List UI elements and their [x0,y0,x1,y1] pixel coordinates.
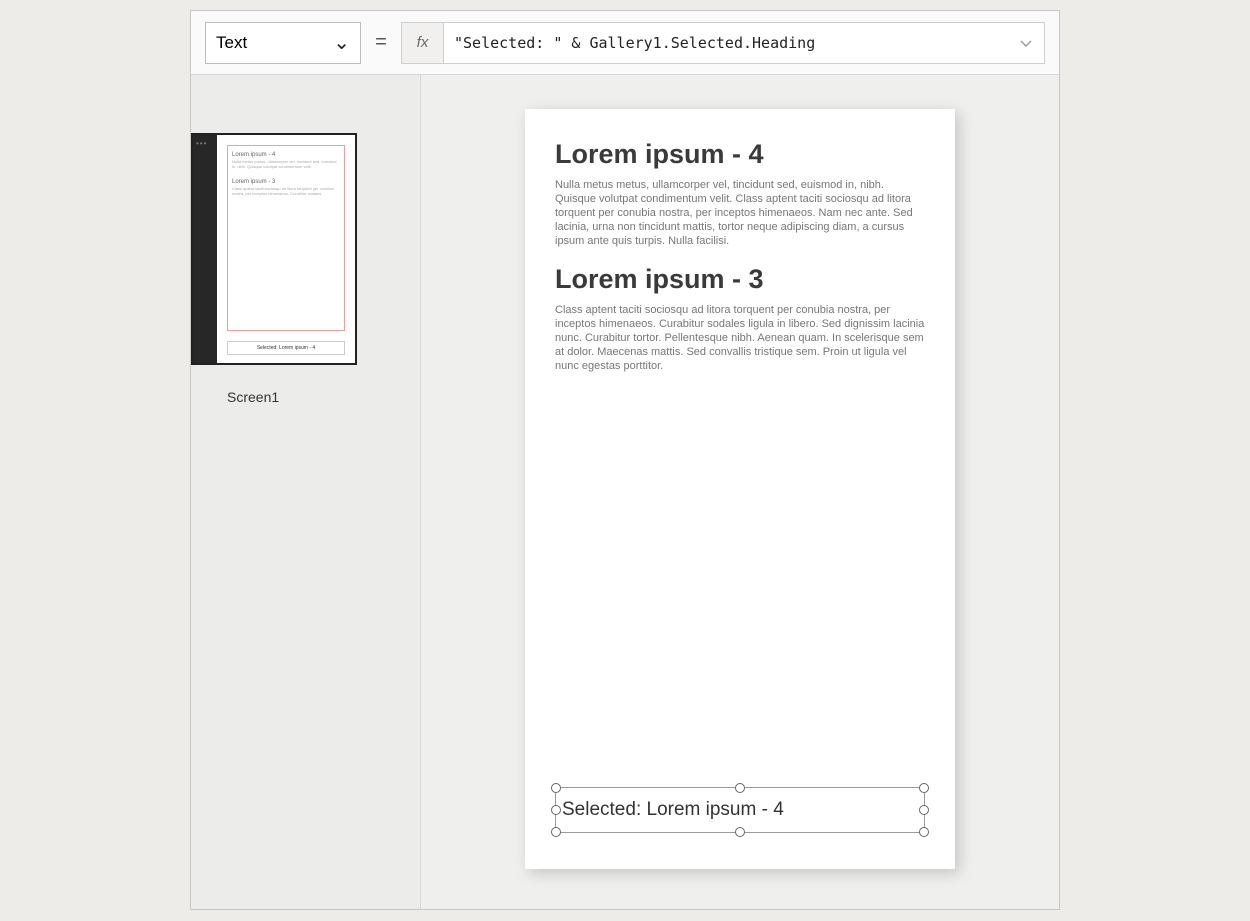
resize-handle[interactable] [735,783,745,793]
selected-text-value: Selected: Lorem ipsum - 4 [562,799,784,821]
resize-handle[interactable] [735,827,745,837]
thumb-heading-1: Lorem ipsum - 4 [232,152,340,158]
resize-handle[interactable] [551,783,561,793]
resize-handle[interactable] [919,805,929,815]
gallery-item-heading: Lorem ipsum - 3 [555,264,925,295]
thumb-heading-2: Lorem ipsum - 3 [232,179,340,185]
gallery-item-heading: Lorem ipsum - 4 [555,139,925,170]
screen-name-label[interactable]: Screen1 [227,389,279,405]
formula-expand-icon[interactable] [1016,33,1036,53]
more-icon: ••• [196,139,207,148]
gallery-item-body: Nulla metus metus, ullamcorper vel, tinc… [555,178,925,248]
equals-label: = [369,31,393,54]
thumbnail-sidebar: ••• [193,135,217,363]
thumb-selected-label: Selected: Lorem ipsum - 4 [227,341,345,355]
gallery-item-body: Class aptent taciti sociosqu ad litora t… [555,303,925,373]
canvas-area: Lorem ipsum - 4 Nulla metus metus, ullam… [421,75,1059,909]
fx-icon[interactable]: fx [402,23,444,63]
resize-handle[interactable] [919,827,929,837]
screen-thumbnail[interactable]: ••• Lorem ipsum - 4 Nulla metus metus, u… [191,133,357,365]
property-dropdown[interactable]: Text ⌄ [205,22,361,64]
formula-input-wrap: fx "Selected: " & Gallery1.Selected.Head… [401,22,1045,64]
editor-body: ••• Lorem ipsum - 4 Nulla metus metus, u… [191,75,1059,909]
screens-panel: ••• Lorem ipsum - 4 Nulla metus metus, u… [191,75,421,909]
app-editor: Text ⌄ = fx "Selected: " & Gallery1.Sele… [190,10,1060,910]
property-name: Text [216,33,247,53]
formula-bar: Text ⌄ = fx "Selected: " & Gallery1.Sele… [191,11,1059,75]
thumbnail-gallery-outline: Lorem ipsum - 4 Nulla metus metus, ullam… [227,145,345,331]
chevron-down-icon: ⌄ [333,30,350,55]
thumbnail-canvas: Lorem ipsum - 4 Nulla metus metus, ullam… [217,135,355,363]
thumb-body-1: Nulla metus metus, ullamcorper vel, tinc… [232,159,340,175]
app-canvas[interactable]: Lorem ipsum - 4 Nulla metus metus, ullam… [525,109,955,869]
thumb-body-2: Class aptent taciti sociosqu ad litora t… [232,186,340,202]
resize-handle[interactable] [551,805,561,815]
gallery-control[interactable]: Lorem ipsum - 4 Nulla metus metus, ullam… [555,139,925,389]
resize-handle[interactable] [919,783,929,793]
selected-text-label[interactable]: Selected: Lorem ipsum - 4 [555,787,925,833]
resize-handle[interactable] [551,827,561,837]
formula-input[interactable]: "Selected: " & Gallery1.Selected.Heading [444,34,1016,52]
